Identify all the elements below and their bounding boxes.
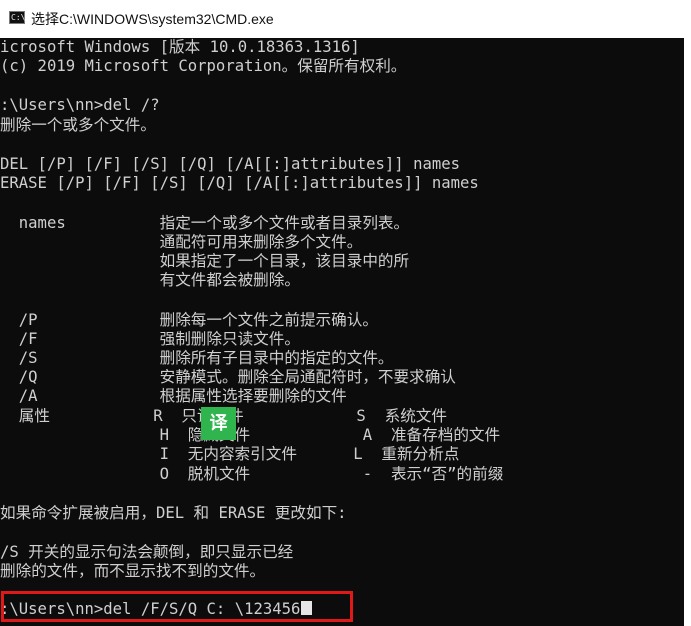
- console-line: (c) 2019 Microsoft Corporation。保留所有权利。: [0, 57, 407, 75]
- console-line: names 指定一个或多个文件或者目录列表。: [0, 214, 410, 232]
- console-line: 通配符可用来删除多个文件。: [0, 233, 363, 251]
- window-right-edge: [684, 38, 691, 626]
- highlight-box: [1, 591, 353, 622]
- console-line: 有文件都会被删除。: [0, 271, 300, 289]
- console-line: I 无内容索引文件 L 重新分析点: [0, 445, 460, 463]
- console-line: /S 开关的显示句法会颠倒，即只显示已经: [0, 543, 294, 561]
- console-line: /Q 安静模式。删除全局通配符时，不要求确认: [0, 368, 456, 386]
- console-line: /F 强制删除只读文件。: [0, 330, 300, 348]
- console-line: 删除的文件，而不显示找不到的文件。: [0, 562, 266, 580]
- title-bar[interactable]: C:\ 选择C:\WINDOWS\system32\CMD.exe: [0, 0, 691, 38]
- console-line: 如果命令扩展被启用，DEL 和 ERASE 更改如下:: [0, 504, 347, 522]
- console-line: DEL [/P] [/F] [/S] [/Q] [/A[[:]attribute…: [0, 155, 461, 173]
- console-line: 如果指定了一个目录，该目录中的所: [0, 252, 410, 270]
- console-output[interactable]: icrosoft Windows [版本 10.0.18363.1316] (c…: [0, 38, 684, 626]
- console-line: /S 删除所有子目录中的指定的文件。: [0, 349, 394, 367]
- console-line: ERASE [/P] [/F] [/S] [/Q] [/A[[:]attribu…: [0, 174, 479, 192]
- console-line: :\Users\nn>del /?: [0, 96, 160, 114]
- console-line: O 脱机文件 - 表示“否”的前缀: [0, 465, 504, 483]
- console-line: /P 删除每一个文件之前提示确认。: [0, 311, 378, 329]
- window-title: 选择C:\WINDOWS\system32\CMD.exe: [31, 11, 274, 27]
- console-line: 删除一个或多个文件。: [0, 116, 156, 134]
- cmd-icon: C:\: [9, 11, 26, 24]
- translate-badge[interactable]: 译: [201, 407, 236, 440]
- console-line: icrosoft Windows [版本 10.0.18363.1316]: [0, 38, 360, 56]
- console-line: /A 根据属性选择要删除的文件: [0, 387, 347, 405]
- console-line: H 隐藏文件 A 准备存档的文件: [0, 426, 501, 444]
